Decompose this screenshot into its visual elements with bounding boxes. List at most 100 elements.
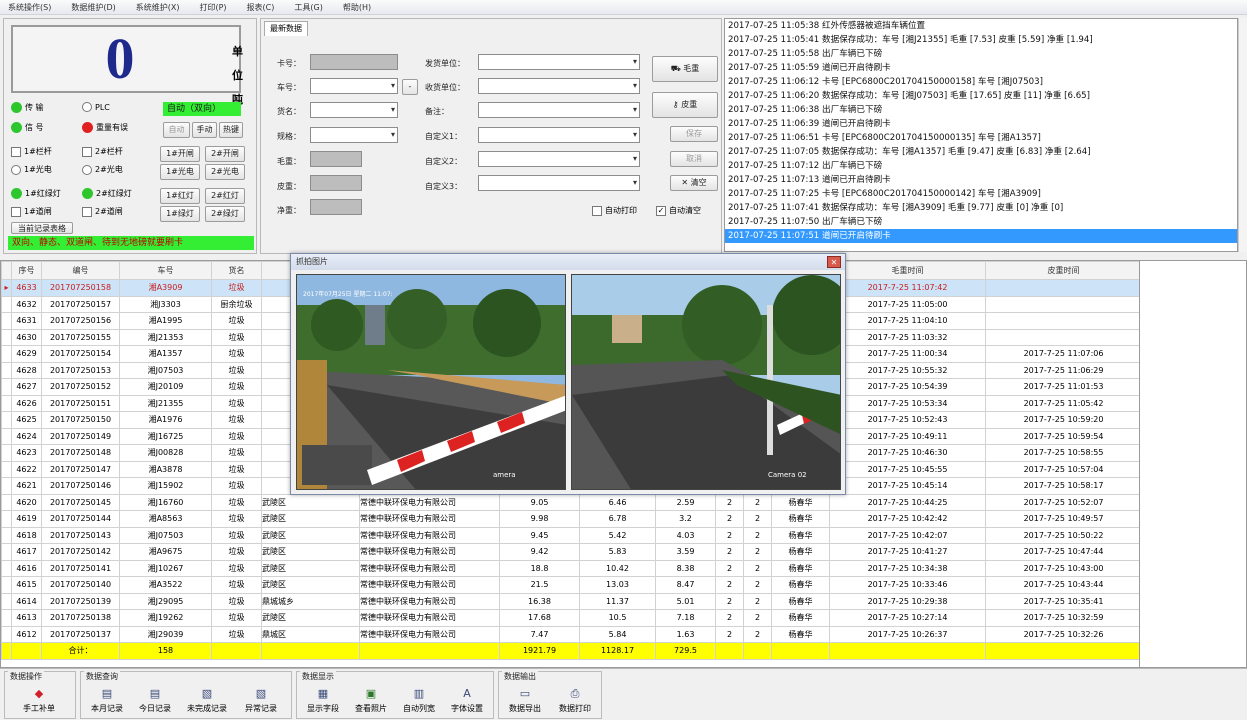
view-photos-button[interactable]: ▣ 查看照片 [349, 686, 393, 720]
light2-button[interactable]: 2#光电 [205, 164, 245, 180]
table-row[interactable]: 4618 201707250143 湘J07503 垃圾 武陵区 常德中联环保电力有限公司… [1, 526, 1139, 544]
light1-radio[interactable]: 1#光电 [11, 164, 52, 175]
log-entry[interactable]: 2017-07-25 11:05:58 出厂车辆已下磅 [725, 47, 1237, 61]
manual-button[interactable]: 手动 [192, 122, 217, 138]
menu-tools[interactable]: 工具(G) [286, 0, 334, 14]
table-row[interactable]: 4619 201707250144 湘A8563 垃圾 武陵区 常德中联环保电力有限公司 9… [1, 510, 1139, 528]
clear-button[interactable]: ✕ 清空 [670, 175, 718, 191]
auto-button[interactable]: 自动 [163, 122, 190, 138]
column-header[interactable]: 车号 [119, 261, 212, 280]
export-button[interactable]: ▭ 数据导出 [503, 686, 547, 720]
save-button[interactable]: 保存 [670, 126, 718, 142]
log-entry[interactable]: 2017-07-25 11:06:51 卡号 [EPC6800C20170415… [725, 131, 1237, 145]
menu-report[interactable]: 报表(C) [239, 0, 287, 14]
log-entry[interactable]: 2017-07-25 11:05:41 数据保存成功：车号 [湘J21355] … [725, 33, 1237, 47]
table-cell: 4617 [11, 543, 42, 561]
barrier2-checkbox[interactable]: 2#道闸 [82, 206, 123, 217]
table-cell: 4612 [11, 625, 42, 643]
table-cell: 201707250142 [41, 543, 120, 561]
spec-select[interactable] [310, 127, 398, 143]
receiver-select[interactable] [478, 78, 640, 94]
menu-maintain[interactable]: 系统维护(X) [128, 0, 192, 14]
table-cell: 湘A1995 [119, 312, 212, 330]
show-fields-button[interactable]: ▦ 显示字段 [301, 686, 345, 720]
column-header[interactable]: 货名 [211, 261, 262, 280]
plate-dash-button[interactable]: - [402, 79, 418, 95]
custom3-select[interactable] [478, 175, 640, 191]
table-cell: 湘J10267 [119, 559, 212, 577]
custom1-select[interactable] [478, 127, 640, 143]
log-entry[interactable]: 2017-07-25 11:06:20 数据保存成功：车号 [湘J07503] … [725, 89, 1237, 103]
log-entry[interactable]: 2017-07-25 11:05:59 道闸已开启待刷卡 [725, 61, 1237, 75]
gate1-open-button[interactable]: 1#开闸 [160, 146, 200, 162]
event-log[interactable]: 2017-07-25 11:05:38 红外传感器被遮挡车辆位置 2017-07-… [724, 18, 1238, 252]
column-header[interactable]: 序号 [11, 261, 42, 280]
light1-button[interactable]: 1#光电 [160, 164, 200, 180]
gate1-checkbox[interactable]: 1#栏杆 [11, 146, 52, 157]
cancel-button[interactable]: 取消 [670, 151, 718, 167]
plate-select[interactable] [310, 78, 398, 94]
font-settings-button[interactable]: A 字体设置 [445, 686, 489, 720]
print-button[interactable]: ⎙ 数据打印 [553, 686, 597, 720]
sender-select[interactable] [478, 54, 640, 70]
table-row[interactable]: 4613 201707250138 湘J19262 垃圾 武陵区 常德中联环保电力有限公司… [1, 609, 1139, 627]
green-light1-button[interactable]: 1#绿灯 [160, 206, 200, 222]
current-record-button[interactable]: 当前记录表格 [11, 222, 73, 234]
table-row[interactable]: 4620 201707250145 湘J16760 垃圾 武陵区 常德中联环保电力有限公司… [1, 493, 1139, 511]
log-scrollbar[interactable] [1238, 18, 1247, 252]
menu-data[interactable]: 数据维护(D) [63, 0, 127, 14]
goods-select[interactable] [310, 102, 398, 118]
gate2-checkbox[interactable]: 2#栏杆 [82, 146, 123, 157]
table-row[interactable]: 4617 201707250142 湘A9675 垃圾 武陵区 常德中联环保电力有限公司 9… [1, 543, 1139, 561]
menu-help[interactable]: 帮助(H) [335, 0, 383, 14]
table-row[interactable]: 4612 201707250137 湘J29039 垃圾 鼎城区 常德中联环保电力有限公司… [1, 625, 1139, 643]
auto-column-width-button[interactable]: ▥ 自动列宽 [397, 686, 441, 720]
menu-print[interactable]: 打印(P) [191, 0, 238, 14]
gross-weigh-button[interactable]: ⛟ 毛重 [652, 56, 718, 82]
table-row[interactable]: 4614 201707250139 湘J29095 垃圾 鼎城城乡 常德中联环保电力有限公… [1, 592, 1139, 610]
column-header[interactable]: 毛重时间 [829, 261, 986, 280]
abnormal-records-button[interactable]: ▧ 异常记录 [239, 686, 283, 720]
log-entry[interactable]: 2017-07-25 11:07:12 出厂车辆已下磅 [725, 159, 1237, 173]
remark-select[interactable] [478, 102, 640, 118]
log-entry[interactable]: 2017-07-25 11:07:41 数据保存成功：车号 [湘A3909] 毛… [725, 201, 1237, 215]
table-cell: 4620 [11, 493, 42, 511]
custom2-select[interactable] [478, 151, 640, 167]
manual-entry-button[interactable]: ◆ 手工补单 [17, 686, 61, 720]
table-cell: 2 [715, 526, 744, 544]
auto-print-checkbox[interactable]: 自动打印 [592, 205, 637, 216]
green-light2-button[interactable]: 2#绿灯 [205, 206, 245, 222]
tab-latest-data[interactable]: 最新数据 [264, 21, 308, 36]
log-entry[interactable]: 2017-07-25 11:05:38 红外传感器被遮挡车辆位置 [725, 19, 1237, 33]
light2-radio[interactable]: 2#光电 [82, 164, 123, 175]
menu-system[interactable]: 系统操作(S) [0, 0, 63, 14]
table-row[interactable]: 4615 201707250140 湘A3522 垃圾 武陵区 常德中联环保电力有限公司 2… [1, 576, 1139, 594]
log-entry[interactable]: 2017-07-25 11:07:51 道闸已开启待刷卡 [725, 229, 1237, 243]
today-records-button[interactable]: ▤ 今日记录 [133, 686, 177, 720]
gate2-open-button[interactable]: 2#开闸 [205, 146, 245, 162]
red-light2-button[interactable]: 2#红灯 [205, 188, 245, 204]
red-light1-button[interactable]: 1#红灯 [160, 188, 200, 204]
table-cell: 201707250148 [41, 444, 120, 462]
auto-clear-checkbox[interactable]: ✓ 自动清空 [656, 205, 701, 216]
log-entry[interactable]: 2017-07-25 11:06:39 道闸已开启待刷卡 [725, 117, 1237, 131]
close-icon[interactable]: ✕ [827, 256, 841, 268]
table-cell: 2017-7-25 10:41:27 [829, 543, 986, 561]
log-entry[interactable]: 2017-07-25 11:07:13 道闸已开启待刷卡 [725, 173, 1237, 187]
column-header[interactable]: 编号 [41, 261, 120, 280]
radio-icon [82, 102, 92, 112]
log-entry[interactable]: 2017-07-25 11:06:12 卡号 [EPC6800C20170415… [725, 75, 1237, 89]
unfinished-records-button[interactable]: ▧ 未完成记录 [181, 686, 233, 720]
hotkey-button[interactable]: 热键 [219, 122, 243, 138]
tare-weigh-button[interactable]: ⚷ 皮重 [652, 92, 718, 118]
month-records-button[interactable]: ▤ 本月记录 [85, 686, 129, 720]
log-entry[interactable]: 2017-07-25 11:07:25 卡号 [EPC6800C20170415… [725, 187, 1237, 201]
log-entry[interactable]: 2017-07-25 11:06:38 出厂车辆已下磅 [725, 103, 1237, 117]
barrier1-checkbox[interactable]: 1#道闸 [11, 206, 52, 217]
column-header[interactable]: 皮重时间 [985, 261, 1139, 280]
table-row[interactable]: 4616 201707250141 湘J10267 垃圾 武陵区 常德中联环保电力有限公司… [1, 559, 1139, 577]
log-entry[interactable]: 2017-07-25 11:07:05 数据保存成功：车号 [湘A1357] 毛… [725, 145, 1237, 159]
table-cell: 垃圾 [211, 477, 262, 495]
log-entry[interactable]: 2017-07-25 11:07:50 出厂车辆已下磅 [725, 215, 1237, 229]
table-cell: 垃圾 [211, 625, 262, 643]
